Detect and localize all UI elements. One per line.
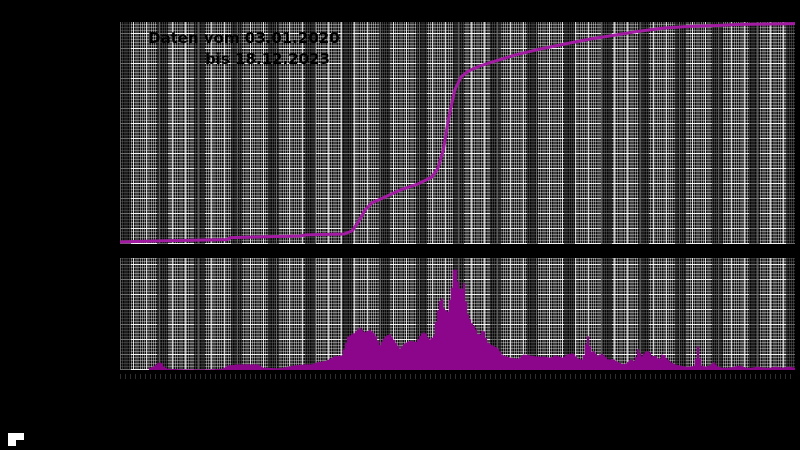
x-axis-tick-marks <box>120 374 795 379</box>
chart-title-line1: Daten vom 03.01.2020 <box>148 29 340 47</box>
screen: Daten vom 03.01.2020 bis 18.12.2023 <box>0 0 800 450</box>
corner-glyph-part <box>8 433 24 440</box>
corner-glyph-part <box>8 440 16 446</box>
daily-bars-plot <box>148 269 795 370</box>
corner-glyph <box>8 433 24 446</box>
chart-title-line2: bis 18.12.2023 <box>205 50 330 68</box>
daily-chart-panel <box>120 258 795 370</box>
